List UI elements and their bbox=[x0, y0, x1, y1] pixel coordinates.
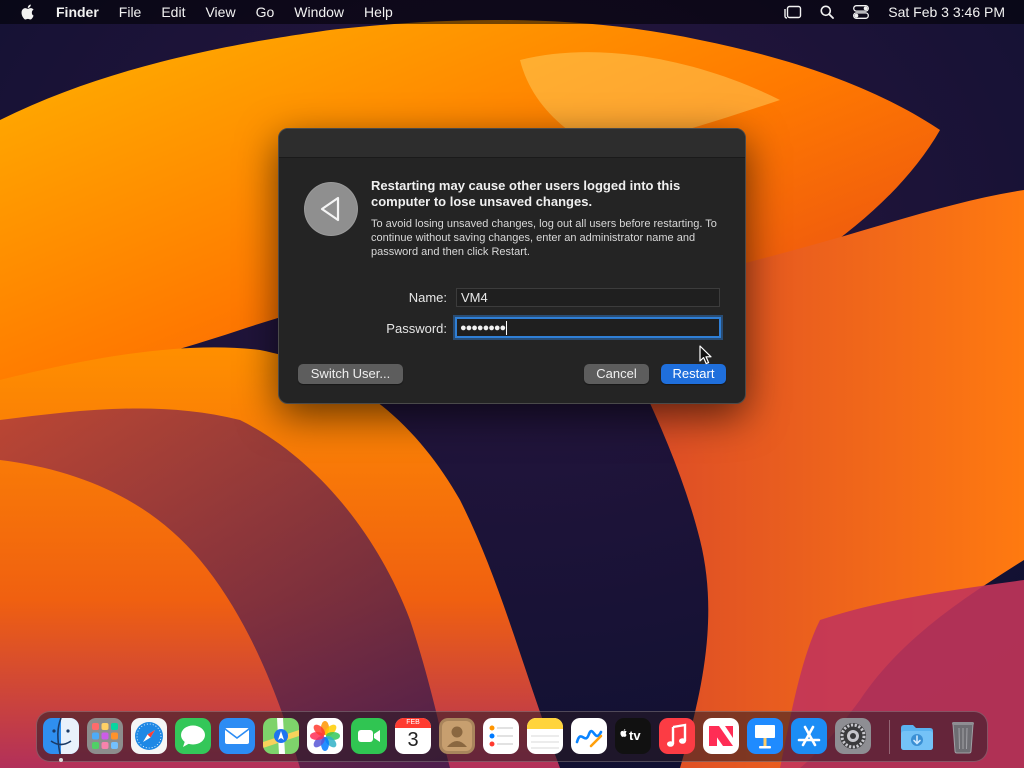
apple-menu-icon[interactable] bbox=[18, 3, 36, 21]
restart-alert-icon bbox=[304, 182, 358, 236]
menu-app-finder[interactable]: Finder bbox=[50, 0, 109, 24]
dialog-message: To avoid losing unsaved changes, log out… bbox=[371, 218, 717, 258]
menu-go[interactable]: Go bbox=[246, 0, 285, 24]
name-field[interactable]: VM4 bbox=[456, 288, 720, 307]
stage-manager-icon[interactable] bbox=[776, 0, 810, 24]
dock-launchpad-icon[interactable] bbox=[87, 718, 123, 754]
menu-help[interactable]: Help bbox=[354, 0, 403, 24]
dock-contacts-icon[interactable] bbox=[439, 718, 475, 754]
mouse-pointer-icon bbox=[699, 345, 712, 365]
dock-messages-icon[interactable] bbox=[175, 718, 211, 754]
cancel-button[interactable]: Cancel bbox=[584, 364, 649, 384]
calendar-day: 3 bbox=[407, 729, 419, 751]
restart-button[interactable]: Restart bbox=[661, 364, 726, 384]
control-center-icon[interactable] bbox=[844, 0, 878, 24]
dialog-titlebar bbox=[279, 129, 745, 158]
dock-safari-icon[interactable] bbox=[131, 718, 167, 754]
text-caret bbox=[506, 320, 508, 335]
menu-view[interactable]: View bbox=[195, 0, 245, 24]
spotlight-search-icon[interactable] bbox=[810, 0, 844, 24]
restart-dialog: Restarting may cause other users logged … bbox=[278, 128, 746, 404]
name-label: Name: bbox=[408, 290, 447, 305]
menu-window[interactable]: Window bbox=[284, 0, 354, 24]
dock-calendar-icon[interactable]: FEB 3 bbox=[395, 718, 431, 754]
dock: FEB 3 tv bbox=[36, 711, 988, 762]
dock-separator bbox=[889, 720, 890, 754]
dock-system-settings-icon[interactable] bbox=[835, 718, 871, 754]
dock-finder-icon[interactable] bbox=[43, 718, 79, 754]
finder-running-indicator bbox=[59, 758, 63, 762]
menu-bar: Finder File Edit View Go Window Help Sat… bbox=[0, 0, 1024, 24]
dock-reminders-icon[interactable] bbox=[483, 718, 519, 754]
menu-file[interactable]: File bbox=[109, 0, 152, 24]
dock-keynote-icon[interactable] bbox=[747, 718, 783, 754]
dock-maps-icon[interactable] bbox=[263, 718, 299, 754]
dock-tv-icon[interactable]: tv bbox=[615, 718, 651, 754]
switch-user-button[interactable]: Switch User... bbox=[298, 364, 403, 384]
dialog-headline: Restarting may cause other users logged … bbox=[371, 178, 681, 209]
dock-trash-icon[interactable] bbox=[945, 718, 981, 754]
dock-downloads-folder-icon[interactable] bbox=[899, 718, 935, 754]
dock-app-store-icon[interactable] bbox=[791, 718, 827, 754]
dock-news-icon[interactable] bbox=[703, 718, 739, 754]
tv-label: tv bbox=[629, 728, 641, 743]
dock-facetime-icon[interactable] bbox=[351, 718, 387, 754]
dock-music-icon[interactable] bbox=[659, 718, 695, 754]
menu-edit[interactable]: Edit bbox=[151, 0, 195, 24]
password-field[interactable]: ●●●●●●●● bbox=[455, 317, 721, 338]
dock-mail-icon[interactable] bbox=[219, 718, 255, 754]
dock-freeform-icon[interactable] bbox=[571, 718, 607, 754]
menubar-clock[interactable]: Sat Feb 3 3:46 PM bbox=[878, 4, 1024, 20]
calendar-month: FEB bbox=[406, 719, 420, 726]
dock-photos-icon[interactable] bbox=[307, 718, 343, 754]
password-mask: ●●●●●●●● bbox=[460, 321, 506, 334]
password-label: Password: bbox=[386, 321, 447, 336]
dock-notes-icon[interactable] bbox=[527, 718, 563, 754]
